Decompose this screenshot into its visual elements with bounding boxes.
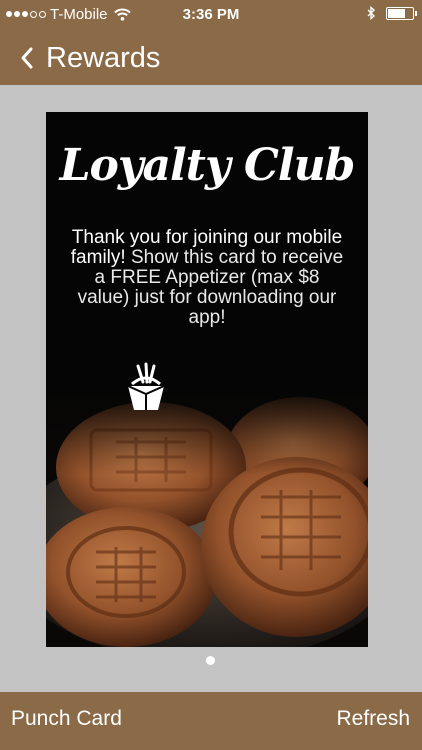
page-indicator-dot[interactable] [206,656,215,665]
status-time: 3:36 PM [182,6,240,23]
bottom-toolbar: Punch Card Refresh [0,692,422,750]
nav-bar: Rewards [0,30,422,85]
loyalty-card[interactable]: Loyalty Club Thank you for joining our m… [46,112,368,647]
chevron-left-icon [20,46,34,70]
card-title: Loyalty Club [59,140,356,191]
page-title: Rewards [46,41,161,74]
status-bar: T-Mobile 3:36 PM [0,0,422,30]
back-button[interactable]: Rewards [20,38,160,78]
battery-fill [388,8,405,18]
battery-icon [386,6,417,20]
status-right [367,6,417,20]
bluetooth-icon [367,6,376,20]
refresh-button[interactable]: Refresh [336,707,410,731]
card-message: Thank you for joining our mobile family!… [70,228,344,328]
punch-card-button[interactable]: Punch Card [11,707,122,731]
mooncakes-photo [46,382,368,647]
noodle-box-icon [127,362,165,410]
